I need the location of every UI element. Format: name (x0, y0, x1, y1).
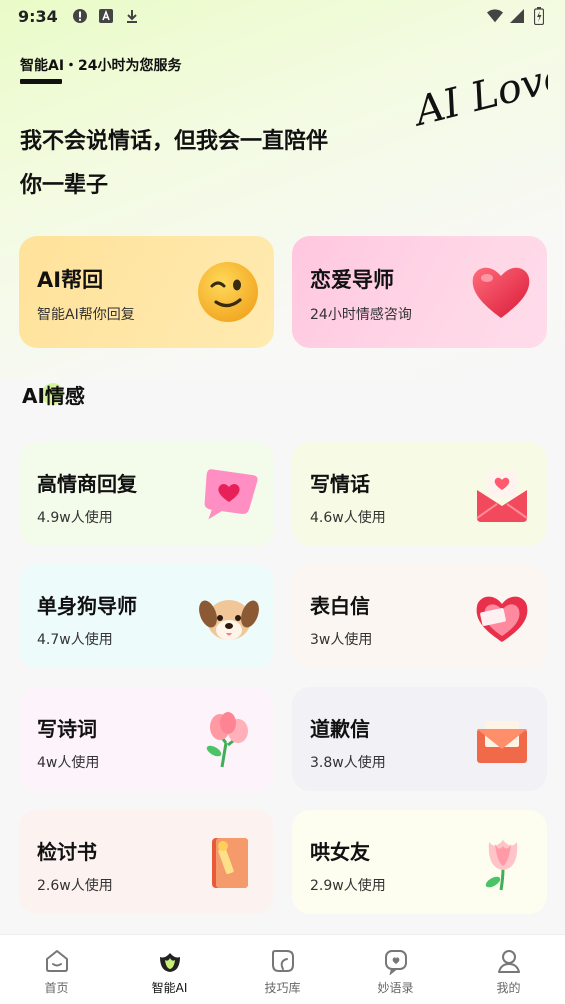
feature-card-love-mentor[interactable]: 恋爱导师 24小时情感咨询 (292, 236, 547, 348)
tab-tips[interactable]: 技巧库 (226, 935, 339, 1004)
bottom-tab-bar: 首页 智能AI 技巧库 妙语录 我的 (0, 934, 565, 1004)
header-subtitle: 智能AI・24小时为您服务 (20, 58, 182, 74)
tool-card-apology-letter[interactable]: 道歉信 3.8w人使用 (292, 687, 547, 791)
tab-home[interactable]: 首页 (0, 935, 113, 1004)
tab-profile[interactable]: 我的 (452, 935, 565, 1004)
tool-card-high-eq-reply[interactable]: 高情商回复 4.9w人使用 (19, 442, 274, 546)
tulip-icon (485, 840, 518, 891)
flower-bouquet-icon (206, 712, 248, 768)
apology-envelope-icon (477, 721, 527, 763)
tab-label: 技巧库 (264, 981, 301, 995)
tool-card-coax-girlfriend[interactable]: 哄女友 2.9w人使用 (292, 810, 547, 914)
heart-icon (472, 267, 530, 318)
alert-circle-icon (72, 8, 88, 24)
tool-card-confession-letter[interactable]: 表白信 3w人使用 (292, 564, 547, 668)
headline-line-1: 我不会说情话，但我会一直陪伴 (20, 129, 329, 154)
subtitle-underline (20, 79, 62, 84)
lotus-icon (159, 953, 180, 972)
book-pencil-icon (212, 838, 248, 888)
dog-face-icon (199, 600, 259, 640)
wifi-icon (487, 8, 503, 24)
user-icon (497, 950, 520, 973)
heart-message-icon (384, 950, 407, 975)
section-title: AI情感 (22, 384, 85, 408)
headline-line-2: 你一辈子 (20, 173, 109, 198)
headline: 我不会说情话，但我会一直陪伴 你一辈子 (20, 120, 400, 208)
tool-card-love-words[interactable]: 写情话 4.6w人使用 (292, 442, 547, 546)
tips-icon (271, 950, 294, 972)
heart-chat-bubble-icon (204, 469, 258, 520)
brand-logo: AI Loves (408, 48, 548, 128)
tab-label: 我的 (496, 981, 521, 995)
heart-box-icon (476, 596, 528, 642)
tab-smart-ai[interactable]: 智能AI (113, 935, 226, 1004)
download-icon (124, 8, 140, 24)
tab-label: 妙语录 (377, 981, 414, 995)
tab-label: 智能AI (151, 981, 188, 995)
brand-logo-text: AI Loves (408, 48, 548, 128)
status-bar: 9:34 (0, 0, 565, 32)
tool-card-self-criticism[interactable]: 检讨书 2.6w人使用 (19, 810, 274, 914)
signal-icon (509, 8, 525, 24)
love-envelope-icon (476, 472, 528, 522)
home-icon (45, 950, 68, 972)
tool-card-write-poem[interactable]: 写诗词 4w人使用 (19, 687, 274, 791)
wink-face-icon (198, 262, 258, 322)
tool-card-single-dog-mentor[interactable]: 单身狗导师 4.7w人使用 (19, 564, 274, 668)
status-time: 9:34 (18, 6, 58, 26)
battery-icon (531, 7, 547, 25)
feature-card-ai-reply[interactable]: AI帮回 智能AI帮你回复 (19, 236, 274, 348)
font-a-icon (98, 8, 114, 24)
tab-label: 首页 (44, 981, 69, 995)
tab-quotes[interactable]: 妙语录 (339, 935, 452, 1004)
